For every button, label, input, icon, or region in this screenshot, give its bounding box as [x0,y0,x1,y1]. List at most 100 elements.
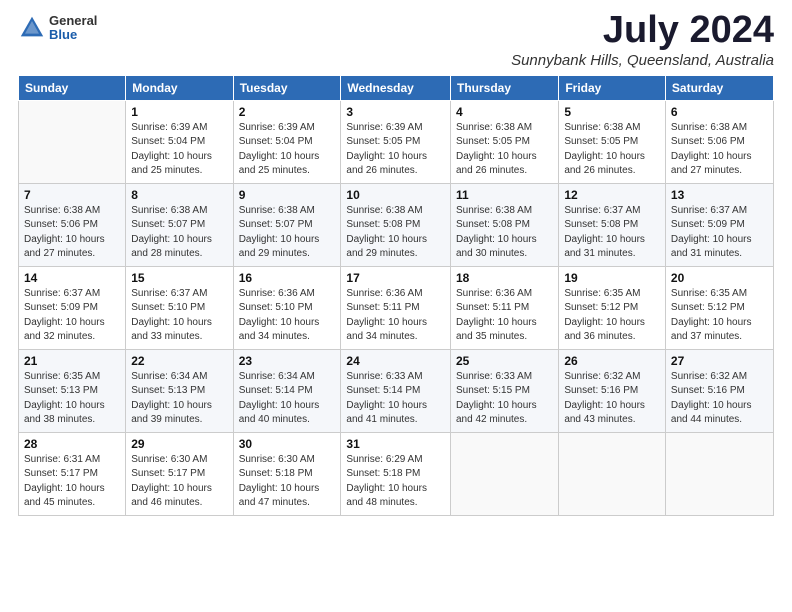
daylight-text: Daylight: 10 hours [24,399,120,414]
calendar-cell: 7Sunrise: 6:38 AMSunset: 5:06 PMDaylight… [19,183,126,266]
calendar-cell: 25Sunrise: 6:33 AMSunset: 5:15 PMDayligh… [450,349,558,432]
day-number: 15 [131,271,227,285]
day-info: Sunrise: 6:39 AMSunset: 5:05 PMDaylight:… [346,121,445,179]
sunrise-text: Sunrise: 6:30 AM [239,453,336,468]
sunset-text: Sunset: 5:05 PM [346,135,445,150]
daylight-text-2: and 33 minutes. [131,330,227,345]
daylight-text: Daylight: 10 hours [564,233,660,248]
daylight-text-2: and 34 minutes. [346,330,445,345]
sunset-text: Sunset: 5:18 PM [346,467,445,482]
day-info: Sunrise: 6:36 AMSunset: 5:10 PMDaylight:… [239,287,336,345]
daylight-text: Daylight: 10 hours [456,150,553,165]
day-number: 27 [671,354,768,368]
calendar-cell: 9Sunrise: 6:38 AMSunset: 5:07 PMDaylight… [233,183,341,266]
daylight-text: Daylight: 10 hours [131,316,227,331]
day-number: 31 [346,437,445,451]
daylight-text-2: and 42 minutes. [456,413,553,428]
calendar-cell: 10Sunrise: 6:38 AMSunset: 5:08 PMDayligh… [341,183,451,266]
day-number: 9 [239,188,336,202]
daylight-text: Daylight: 10 hours [131,399,227,414]
daylight-text-2: and 31 minutes. [671,247,768,262]
daylight-text-2: and 34 minutes. [239,330,336,345]
day-number: 5 [564,105,660,119]
day-number: 14 [24,271,120,285]
day-header-friday: Friday [559,75,666,100]
day-info: Sunrise: 6:34 AMSunset: 5:13 PMDaylight:… [131,370,227,428]
day-info: Sunrise: 6:33 AMSunset: 5:15 PMDaylight:… [456,370,553,428]
daylight-text: Daylight: 10 hours [131,482,227,497]
sunrise-text: Sunrise: 6:38 AM [239,204,336,219]
sunrise-text: Sunrise: 6:38 AM [456,121,553,136]
daylight-text-2: and 36 minutes. [564,330,660,345]
daylight-text-2: and 26 minutes. [564,164,660,179]
sunrise-text: Sunrise: 6:37 AM [131,287,227,302]
calendar-cell: 11Sunrise: 6:38 AMSunset: 5:08 PMDayligh… [450,183,558,266]
daylight-text-2: and 46 minutes. [131,496,227,511]
calendar-cell: 6Sunrise: 6:38 AMSunset: 5:06 PMDaylight… [665,100,773,183]
day-header-tuesday: Tuesday [233,75,341,100]
day-info: Sunrise: 6:37 AMSunset: 5:08 PMDaylight:… [564,204,660,262]
sunset-text: Sunset: 5:12 PM [671,301,768,316]
daylight-text-2: and 38 minutes. [24,413,120,428]
daylight-text-2: and 35 minutes. [456,330,553,345]
daylight-text-2: and 37 minutes. [671,330,768,345]
calendar-cell: 19Sunrise: 6:35 AMSunset: 5:12 PMDayligh… [559,266,666,349]
sunset-text: Sunset: 5:13 PM [131,384,227,399]
day-number: 16 [239,271,336,285]
sunrise-text: Sunrise: 6:36 AM [239,287,336,302]
subtitle: Sunnybank Hills, Queensland, Australia [511,52,774,69]
sunrise-text: Sunrise: 6:32 AM [564,370,660,385]
day-info: Sunrise: 6:38 AMSunset: 5:06 PMDaylight:… [671,121,768,179]
week-row-1: 1Sunrise: 6:39 AMSunset: 5:04 PMDaylight… [19,100,774,183]
day-number: 30 [239,437,336,451]
week-row-3: 14Sunrise: 6:37 AMSunset: 5:09 PMDayligh… [19,266,774,349]
day-header-saturday: Saturday [665,75,773,100]
calendar-cell: 27 Sunrise: 6:32 AMSunset: 5:16 PMDayligh… [665,349,773,432]
daylight-text: Daylight: 10 hours [564,150,660,165]
sunset-text: Sunset: 5:09 PM [671,218,768,233]
day-info: Sunrise: 6:29 AMSunset: 5:18 PMDaylight:… [346,453,445,511]
day-info: Sunrise: 6:37 AMSunset: 5:10 PMDaylight:… [131,287,227,345]
day-info: Sunrise: 6:38 AMSunset: 5:05 PMDaylight:… [456,121,553,179]
calendar-cell: 23Sunrise: 6:34 AMSunset: 5:14 PMDayligh… [233,349,341,432]
daylight-text-2: and 30 minutes. [456,247,553,262]
sunrise-text: Sunrise: 6:35 AM [564,287,660,302]
calendar-cell: 18Sunrise: 6:36 AMSunset: 5:11 PMDayligh… [450,266,558,349]
day-info: Sunrise: 6:32 AMSunset: 5:16 PMDaylight:… [671,370,768,428]
calendar-cell: 8Sunrise: 6:38 AMSunset: 5:07 PMDaylight… [126,183,233,266]
sunset-text: Sunset: 5:06 PM [24,218,120,233]
calendar-header: SundayMondayTuesdayWednesdayThursdayFrid… [19,75,774,100]
day-info: Sunrise: 6:34 AMSunset: 5:14 PMDaylight:… [239,370,336,428]
calendar-cell [665,432,773,515]
daylight-text: Daylight: 10 hours [456,233,553,248]
day-number: 8 [131,188,227,202]
day-info: Sunrise: 6:31 AMSunset: 5:17 PMDaylight:… [24,453,120,511]
day-number: 13 [671,188,768,202]
calendar-cell: 20Sunrise: 6:35 AMSunset: 5:12 PMDayligh… [665,266,773,349]
daylight-text: Daylight: 10 hours [24,316,120,331]
day-number: 22 [131,354,227,368]
calendar-cell: 14Sunrise: 6:37 AMSunset: 5:09 PMDayligh… [19,266,126,349]
daylight-text-2: and 47 minutes. [239,496,336,511]
daylight-text-2: and 26 minutes. [346,164,445,179]
logo-text: General Blue [49,14,97,43]
sunrise-text: Sunrise: 6:34 AM [239,370,336,385]
main-title: July 2024 [511,10,774,52]
sunrise-text: Sunrise: 6:38 AM [24,204,120,219]
calendar-cell: 21Sunrise: 6:35 AMSunset: 5:13 PMDayligh… [19,349,126,432]
calendar-cell [19,100,126,183]
day-number: 21 [24,354,120,368]
daylight-text: Daylight: 10 hours [671,316,768,331]
day-info: Sunrise: 6:39 AMSunset: 5:04 PMDaylight:… [131,121,227,179]
calendar-cell: 26Sunrise: 6:32 AMSunset: 5:16 PMDayligh… [559,349,666,432]
daylight-text: Daylight: 10 hours [564,316,660,331]
calendar-cell: 12Sunrise: 6:37 AMSunset: 5:08 PMDayligh… [559,183,666,266]
sunrise-text: Sunrise: 6:29 AM [346,453,445,468]
daylight-text-2: and 32 minutes. [24,330,120,345]
sunset-text: Sunset: 5:05 PM [564,135,660,150]
day-info: Sunrise: 6:38 AMSunset: 5:06 PMDaylight:… [24,204,120,262]
day-info: Sunrise: 6:30 AMSunset: 5:18 PMDaylight:… [239,453,336,511]
day-info: Sunrise: 6:32 AMSunset: 5:16 PMDaylight:… [564,370,660,428]
day-number: 24 [346,354,445,368]
day-header-wednesday: Wednesday [341,75,451,100]
